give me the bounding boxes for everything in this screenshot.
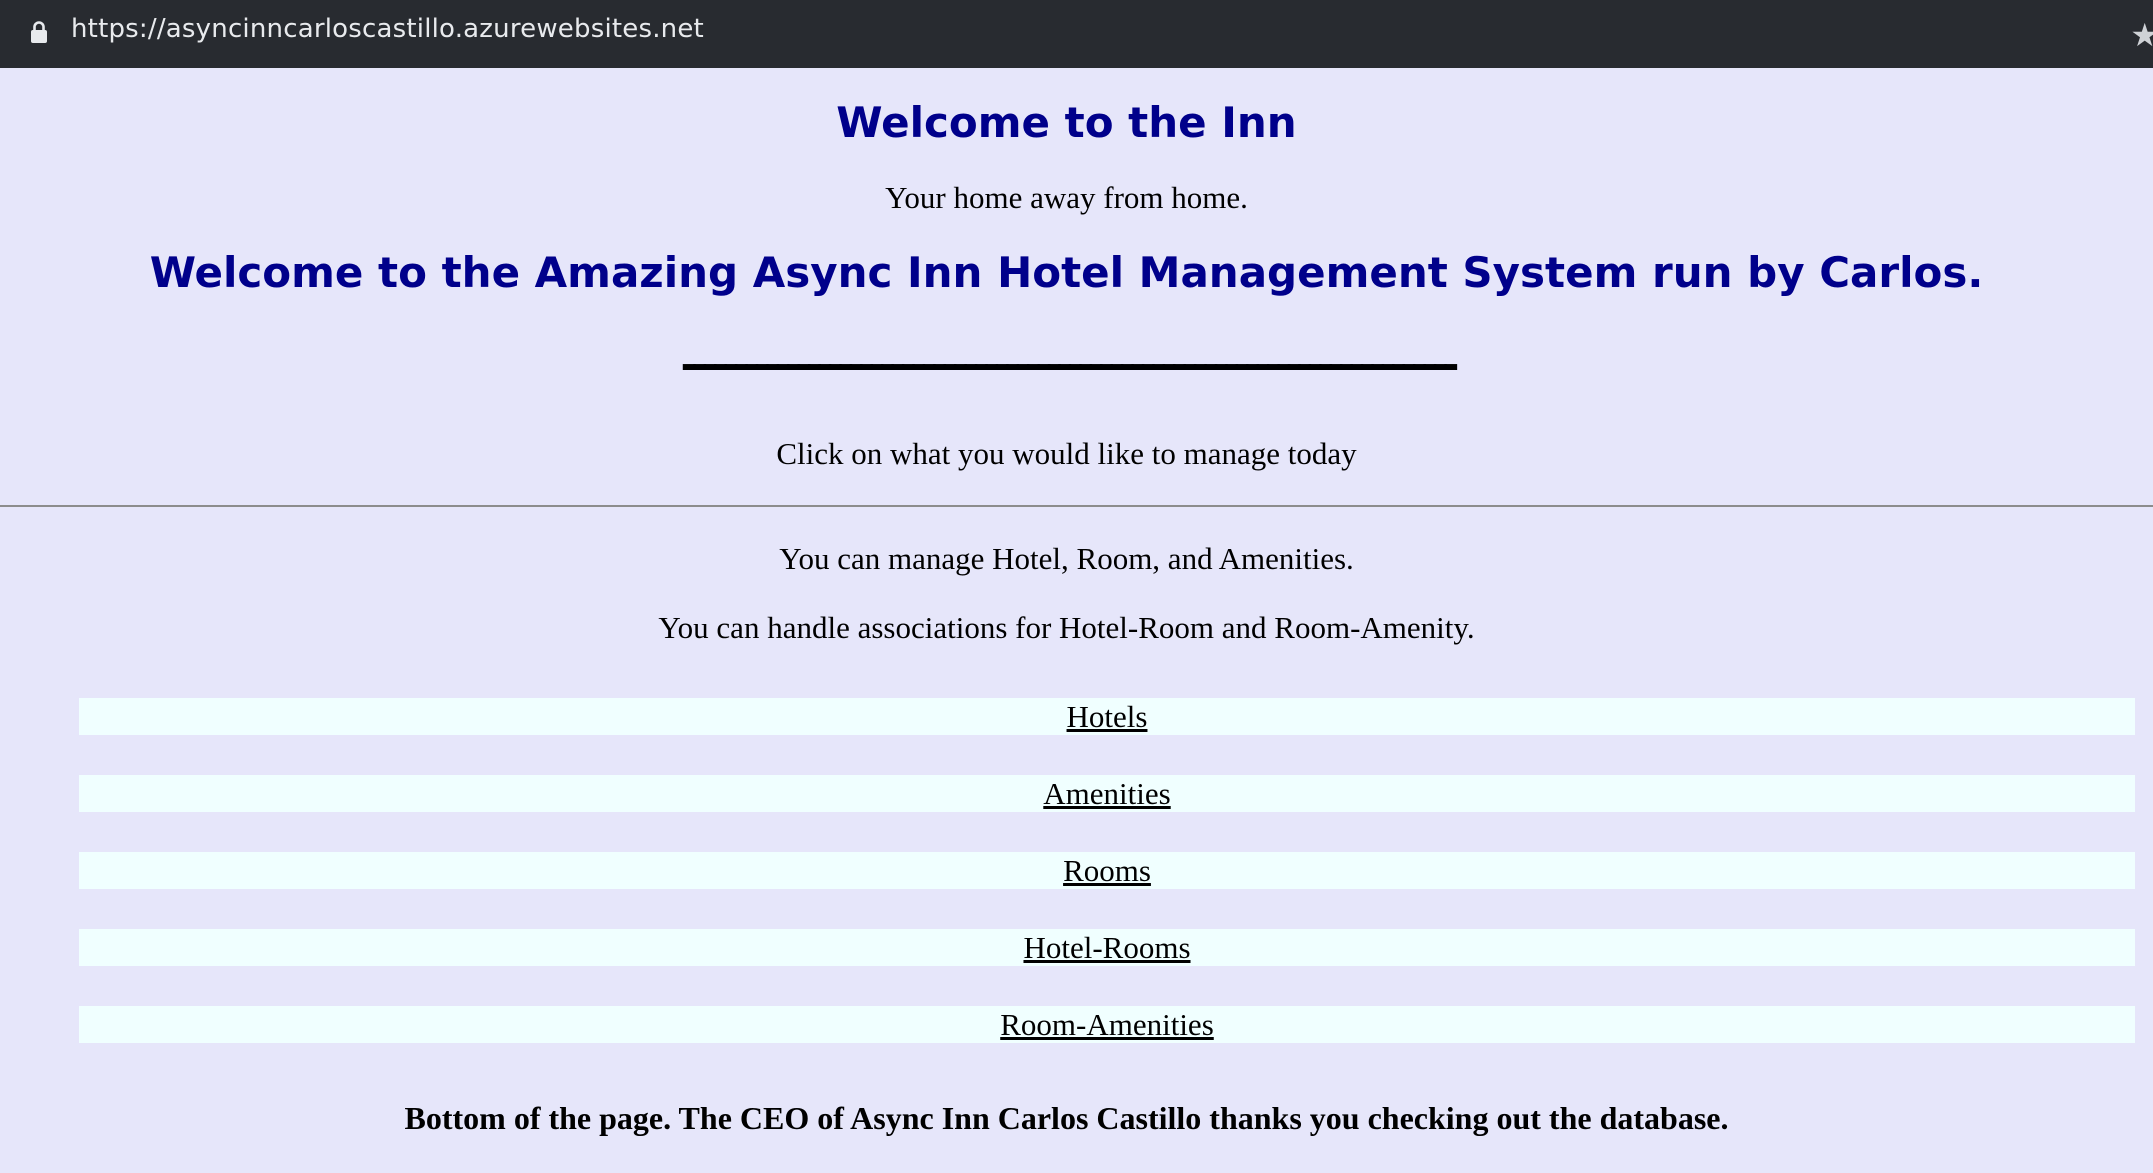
amenities-link[interactable]: Amenities [1043,776,1170,811]
nav-item-hotel-rooms: Hotel-Rooms [79,929,2135,966]
room-amenities-link[interactable]: Room-Amenities [1000,1007,1214,1042]
nav-item-hotels: Hotels [79,698,2135,735]
hotels-link[interactable]: Hotels [1067,699,1148,734]
horizontal-rule [0,505,2153,507]
page-title: Welcome to the Inn [836,98,1297,147]
manage-description: You can manage Hotel, Room, and Amenitie… [779,541,1354,576]
management-nav-list: Hotels Amenities Rooms Hotel-Rooms Room-… [79,698,2135,1083]
lock-icon[interactable] [30,20,48,44]
nav-item-amenities: Amenities [79,775,2135,812]
url-text[interactable]: https://asyncinncarloscastillo.azurewebs… [71,14,704,44]
manage-prompt: Click on what you would like to manage t… [776,436,1357,471]
headline: Welcome to the Amazing Async Inn Hotel M… [149,248,1984,297]
rooms-link[interactable]: Rooms [1063,853,1151,888]
browser-address-bar[interactable]: https://asyncinncarloscastillo.azurewebs… [0,0,2153,68]
nav-item-room-amenities: Room-Amenities [79,1006,2135,1043]
dashed-divider: ----------------------------------------… [680,340,1460,389]
tagline: Your home away from home. [885,180,1248,215]
hotel-rooms-link[interactable]: Hotel-Rooms [1023,930,1190,965]
star-icon[interactable]: ★ [2130,16,2153,54]
footer-text: Bottom of the page. The CEO of Async Inn… [404,1100,1729,1136]
associations-description: You can handle associations for Hotel-Ro… [658,610,1475,645]
nav-item-rooms: Rooms [79,852,2135,889]
page-content: Welcome to the Inn Your home away from h… [0,68,2153,1173]
